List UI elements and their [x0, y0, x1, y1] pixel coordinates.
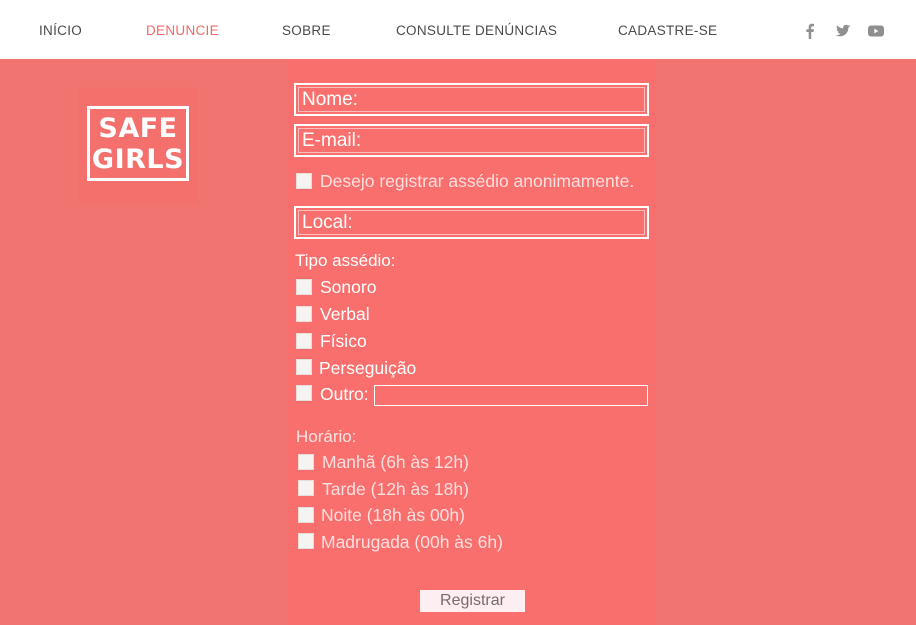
time-title: Horário:: [296, 427, 357, 446]
checkbox-fisico[interactable]: [296, 333, 312, 349]
label-outro[interactable]: Outro:: [320, 384, 369, 405]
label-sonoro[interactable]: Sonoro: [320, 277, 376, 298]
location-field[interactable]: Local:: [294, 206, 649, 239]
checkbox-verbal[interactable]: [296, 306, 312, 322]
label-verbal[interactable]: Verbal: [320, 304, 370, 325]
checkbox-perseguicao[interactable]: [296, 359, 312, 375]
youtube-icon[interactable]: [867, 22, 885, 40]
checkbox-manha[interactable]: [298, 454, 314, 470]
register-button[interactable]: Registrar: [420, 590, 525, 612]
nav-item-consulte-denuncias[interactable]: CONSULTE DENÚNCIAS: [396, 23, 557, 38]
logo-frame: SAFE GIRLS: [87, 106, 189, 181]
anonymous-label[interactable]: Desejo registrar assédio anonimamente.: [320, 171, 634, 192]
name-field[interactable]: Nome:: [294, 83, 649, 116]
report-form: Nome: E-mail: Desejo registrar assédio a…: [288, 59, 656, 625]
label-fisico[interactable]: Físico: [320, 331, 367, 352]
label-tarde[interactable]: Tarde (12h às 18h): [322, 479, 469, 500]
facebook-icon[interactable]: [801, 22, 819, 40]
nav-item-inicio[interactable]: INÍCIO: [39, 23, 82, 38]
nav-item-denuncie[interactable]: DENUNCIE: [146, 23, 219, 38]
safe-girls-logo[interactable]: SAFE GIRLS: [78, 87, 198, 204]
email-field[interactable]: E-mail:: [294, 124, 649, 157]
checkbox-sonoro[interactable]: [296, 279, 312, 295]
top-navigation-bar: INÍCIO DENUNCIE SOBRE CONSULTE DENÚNCIAS…: [0, 0, 916, 59]
nav-item-sobre[interactable]: SOBRE: [282, 23, 331, 38]
checkbox-tarde[interactable]: [298, 480, 314, 496]
label-perseguicao[interactable]: Perseguição: [319, 358, 416, 379]
twitter-icon[interactable]: [834, 22, 852, 40]
checkbox-outro[interactable]: [296, 385, 312, 401]
checkbox-noite[interactable]: [298, 507, 314, 523]
logo-line-safe: SAFE: [98, 113, 178, 144]
anonymous-checkbox[interactable]: [296, 173, 312, 189]
label-manha[interactable]: Manhã (6h às 12h): [322, 452, 469, 473]
nav-item-cadastre-se[interactable]: CADASTRE-SE: [618, 23, 717, 38]
harassment-type-title: Tipo assédio:: [295, 251, 396, 270]
logo-line-girls: GIRLS: [91, 144, 185, 175]
checkbox-madrugada[interactable]: [298, 533, 314, 549]
label-madrugada[interactable]: Madrugada (00h às 6h): [321, 532, 503, 553]
other-type-input[interactable]: [374, 385, 648, 406]
label-noite[interactable]: Noite (18h às 00h): [321, 505, 465, 526]
